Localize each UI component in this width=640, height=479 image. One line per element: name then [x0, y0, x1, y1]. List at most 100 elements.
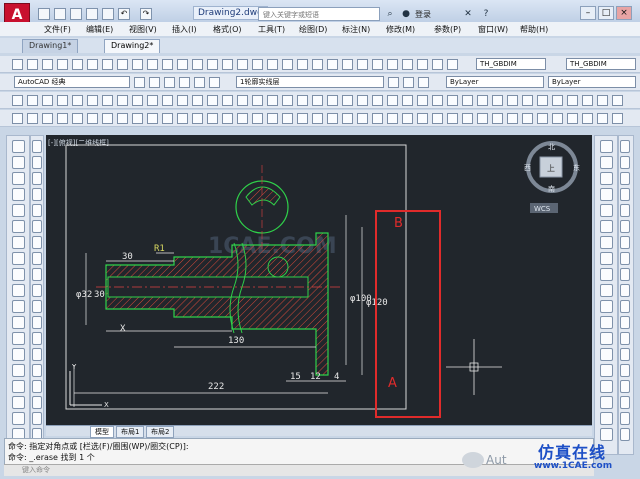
- toolbar-button-icon[interactable]: [147, 95, 158, 106]
- side-tool-icon[interactable]: [32, 140, 42, 153]
- linetype-combo[interactable]: ByLayer: [548, 76, 636, 88]
- toolbar-button-icon[interactable]: [567, 113, 578, 124]
- binoculars-icon[interactable]: ⌕: [384, 8, 396, 20]
- toolbar-button-icon[interactable]: [432, 95, 443, 106]
- toolbar-button-icon[interactable]: [149, 77, 160, 88]
- side-tool-icon[interactable]: [32, 284, 42, 297]
- toolbar-button-icon[interactable]: [297, 113, 308, 124]
- side-tool-icon[interactable]: [620, 220, 630, 233]
- toolbar-button-icon[interactable]: [267, 59, 278, 70]
- save-as-icon[interactable]: [86, 8, 98, 20]
- side-tool-icon[interactable]: [12, 268, 25, 281]
- toolbar-button-icon[interactable]: [27, 59, 38, 70]
- toolbar-button-icon[interactable]: [207, 113, 218, 124]
- side-tool-icon[interactable]: [32, 412, 42, 425]
- toolbar-button-icon[interactable]: [134, 77, 145, 88]
- toolbar-button-icon[interactable]: [312, 113, 323, 124]
- toolbar-button-icon[interactable]: [507, 95, 518, 106]
- exchange-icon[interactable]: ✕: [462, 8, 474, 20]
- side-tool-icon[interactable]: [12, 156, 25, 169]
- layer-combo[interactable]: 1轮廓实线层: [236, 76, 384, 88]
- user-icon[interactable]: ●: [400, 8, 412, 20]
- toolbar-button-icon[interactable]: [327, 113, 338, 124]
- close-button[interactable]: ×: [616, 6, 632, 20]
- toolbar-button-icon[interactable]: [552, 95, 563, 106]
- toolbar-button-icon[interactable]: [357, 113, 368, 124]
- side-tool-icon[interactable]: [12, 380, 25, 393]
- menu-help[interactable]: 帮助(H): [520, 24, 548, 35]
- tab-layout2[interactable]: 布局2: [146, 426, 175, 438]
- toolbar-button-icon[interactable]: [612, 113, 623, 124]
- toolbar-button-icon[interactable]: [132, 95, 143, 106]
- side-tool-icon[interactable]: [600, 172, 613, 185]
- side-tool-icon[interactable]: [32, 220, 42, 233]
- tab-layout1[interactable]: 布局1: [116, 426, 145, 438]
- side-tool-icon[interactable]: [600, 252, 613, 265]
- toolbar-button-icon[interactable]: [57, 113, 68, 124]
- side-tool-icon[interactable]: [12, 284, 25, 297]
- toolbar-button-icon[interactable]: [162, 59, 173, 70]
- side-tool-icon[interactable]: [600, 284, 613, 297]
- toolbar-button-icon[interactable]: [252, 95, 263, 106]
- side-tool-icon[interactable]: [600, 396, 613, 409]
- toolbar-button-icon[interactable]: [327, 59, 338, 70]
- toolbar-button-icon[interactable]: [552, 113, 563, 124]
- side-tool-icon[interactable]: [620, 364, 630, 377]
- side-tool-icon[interactable]: [12, 140, 25, 153]
- text-style-combo[interactable]: TH_GBDIM: [566, 58, 636, 70]
- undo-icon[interactable]: ↶: [118, 8, 130, 20]
- workspace-combo[interactable]: AutoCAD 经典: [14, 76, 130, 88]
- toolbar-button-icon[interactable]: [357, 59, 368, 70]
- toolbar-button-icon[interactable]: [164, 77, 175, 88]
- tab-model[interactable]: 模型: [90, 426, 114, 438]
- side-tool-icon[interactable]: [600, 236, 613, 249]
- toolbar-button-icon[interactable]: [387, 59, 398, 70]
- side-tool-icon[interactable]: [620, 316, 630, 329]
- toolbar-button-icon[interactable]: [192, 59, 203, 70]
- toolbar-button-icon[interactable]: [447, 95, 458, 106]
- toolbar-button-icon[interactable]: [237, 59, 248, 70]
- side-tool-icon[interactable]: [600, 204, 613, 217]
- toolbar-button-icon[interactable]: [403, 77, 414, 88]
- toolbar-button-icon[interactable]: [179, 77, 190, 88]
- toolbar-button-icon[interactable]: [282, 113, 293, 124]
- toolbar-button-icon[interactable]: [282, 59, 293, 70]
- toolbar-button-icon[interactable]: [87, 95, 98, 106]
- menu-file[interactable]: 文件(F): [44, 24, 71, 35]
- toolbar-button-icon[interactable]: [477, 113, 488, 124]
- toolbar-button-icon[interactable]: [447, 59, 458, 70]
- side-tool-icon[interactable]: [600, 412, 613, 425]
- new-file-icon[interactable]: [38, 8, 50, 20]
- toolbar-button-icon[interactable]: [177, 113, 188, 124]
- side-tool-icon[interactable]: [32, 268, 42, 281]
- side-tool-icon[interactable]: [620, 236, 630, 249]
- search-input[interactable]: 键入关键字或短语: [258, 7, 380, 21]
- side-tool-icon[interactable]: [600, 380, 613, 393]
- toolbar-button-icon[interactable]: [162, 95, 173, 106]
- toolbar-button-icon[interactable]: [147, 113, 158, 124]
- toolbar-button-icon[interactable]: [462, 95, 473, 106]
- side-tool-icon[interactable]: [600, 156, 613, 169]
- toolbar-button-icon[interactable]: [297, 59, 308, 70]
- side-tool-icon[interactable]: [12, 412, 25, 425]
- side-tool-icon[interactable]: [620, 252, 630, 265]
- side-tool-icon[interactable]: [620, 204, 630, 217]
- toolbar-button-icon[interactable]: [537, 95, 548, 106]
- side-tool-icon[interactable]: [12, 332, 25, 345]
- toolbar-button-icon[interactable]: [27, 95, 38, 106]
- toolbar-button-icon[interactable]: [342, 113, 353, 124]
- menu-view[interactable]: 视图(V): [129, 24, 157, 35]
- toolbar-button-icon[interactable]: [252, 59, 263, 70]
- toolbar-button-icon[interactable]: [147, 59, 158, 70]
- side-tool-icon[interactable]: [620, 332, 630, 345]
- toolbar-button-icon[interactable]: [297, 95, 308, 106]
- toolbar-button-icon[interactable]: [418, 77, 429, 88]
- save-icon[interactable]: [70, 8, 82, 20]
- toolbar-button-icon[interactable]: [12, 95, 23, 106]
- toolbar-button-icon[interactable]: [222, 59, 233, 70]
- toolbar-button-icon[interactable]: [582, 95, 593, 106]
- print-icon[interactable]: [102, 8, 114, 20]
- toolbar-button-icon[interactable]: [117, 113, 128, 124]
- toolbar-button-icon[interactable]: [402, 113, 413, 124]
- toolbar-button-icon[interactable]: [417, 59, 428, 70]
